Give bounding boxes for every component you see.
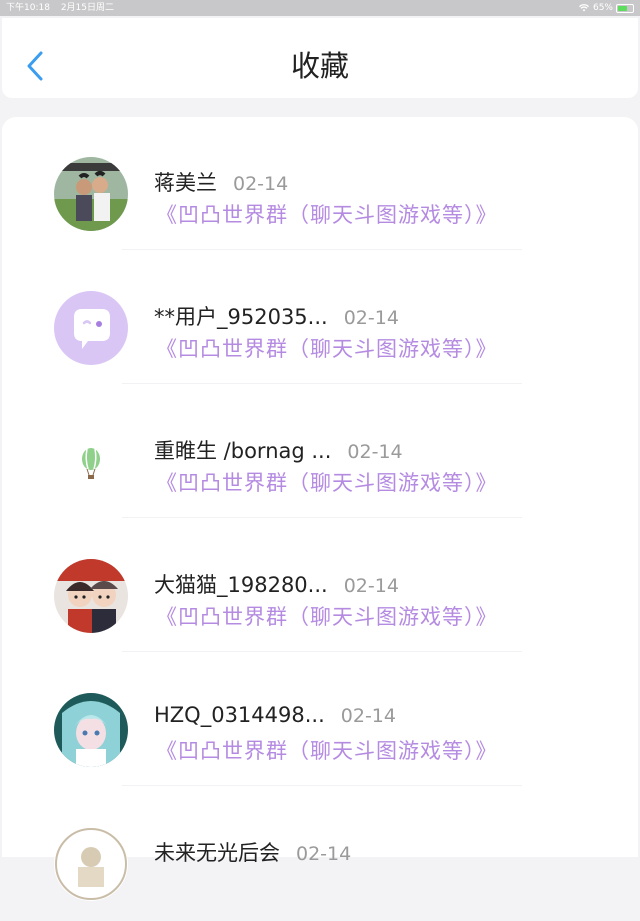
item-desc[interactable]: 《凹凸世界群（聊天斗图游戏等）》 xyxy=(156,467,498,497)
list-item[interactable]: 重睢生 /bornag ... 02-14 《凹凸世界群（聊天斗图游戏等）》 xyxy=(2,385,638,519)
status-left: 下午10:18 2月15日周二 xyxy=(6,0,122,16)
wifi-icon xyxy=(578,4,589,12)
item-title-row: 大猫猫_198280... 02-14 xyxy=(154,569,399,599)
item-name: **用户_952035... xyxy=(154,305,328,329)
divider xyxy=(122,249,522,250)
round-badge-avatar xyxy=(54,827,128,901)
item-name: 重睢生 /bornag ... xyxy=(154,439,332,463)
battery-fill xyxy=(618,5,627,11)
item-desc[interactable]: 《凹凸世界群（聊天斗图游戏等）》 xyxy=(156,333,498,363)
list-item[interactable]: 蒋美兰 02-14 《凹凸世界群（聊天斗图游戏等）》 xyxy=(2,117,638,251)
divider xyxy=(122,383,522,384)
favorites-list: 蒋美兰 02-14 《凹凸世界群（聊天斗图游戏等）》 **用户_952035...… xyxy=(2,117,638,901)
photo-children-avatar xyxy=(54,157,128,231)
item-name: 大猫猫_198280... xyxy=(154,573,328,597)
item-date: 02-14 xyxy=(343,575,399,597)
item-desc[interactable]: 《凹凸世界群（聊天斗图游戏等）》 xyxy=(156,601,498,631)
item-date: 02-14 xyxy=(233,173,289,195)
item-date: 02-14 xyxy=(296,843,352,865)
list-item[interactable]: 大猫猫_198280... 02-14 《凹凸世界群（聊天斗图游戏等）》 xyxy=(2,519,638,653)
item-desc[interactable]: 《凹凸世界群（聊天斗图游戏等）》 xyxy=(156,199,498,229)
battery-percent: 65% xyxy=(592,3,613,13)
item-title-row: 蒋美兰 02-14 xyxy=(154,167,288,197)
item-name: 未来无光后会 xyxy=(154,841,280,865)
list-item[interactable]: **用户_952035... 02-14 《凹凸世界群（聊天斗图游戏等）》 xyxy=(2,251,638,385)
status-time: 下午10:18 xyxy=(6,3,50,13)
divider xyxy=(122,785,522,786)
hot-air-balloon-avatar xyxy=(54,425,128,499)
header: 收藏 xyxy=(2,18,638,98)
status-right: 65% xyxy=(578,0,634,16)
status-bar: 下午10:18 2月15日周二 65% xyxy=(0,0,640,16)
item-name: 蒋美兰 xyxy=(154,171,217,195)
item-title-row: HZQ_0314498... 02-14 xyxy=(154,703,396,727)
list-item[interactable]: 未来无光后会 02-14 xyxy=(2,787,638,921)
anime-boys-avatar xyxy=(54,559,128,633)
item-date: 02-14 xyxy=(343,307,399,329)
item-name: HZQ_0314498... xyxy=(154,703,325,727)
item-desc[interactable]: 《凹凸世界群（聊天斗图游戏等）》 xyxy=(156,735,498,765)
divider xyxy=(122,517,522,518)
battery-icon xyxy=(616,3,634,13)
item-title-row: 未来无光后会 02-14 xyxy=(154,837,351,867)
item-date: 02-14 xyxy=(347,441,403,463)
item-title-row: 重睢生 /bornag ... 02-14 xyxy=(154,435,403,465)
list-item[interactable]: HZQ_0314498... 02-14 《凹凸世界群（聊天斗图游戏等）》 xyxy=(2,653,638,787)
item-date: 02-14 xyxy=(340,705,396,727)
status-date: 2月15日周二 xyxy=(60,3,114,13)
page-title: 收藏 xyxy=(290,49,349,83)
divider xyxy=(122,651,522,652)
chat-bubble-avatar xyxy=(54,291,128,365)
item-title-row: **用户_952035... 02-14 xyxy=(154,301,399,331)
anime-girl-avatar xyxy=(54,693,128,767)
